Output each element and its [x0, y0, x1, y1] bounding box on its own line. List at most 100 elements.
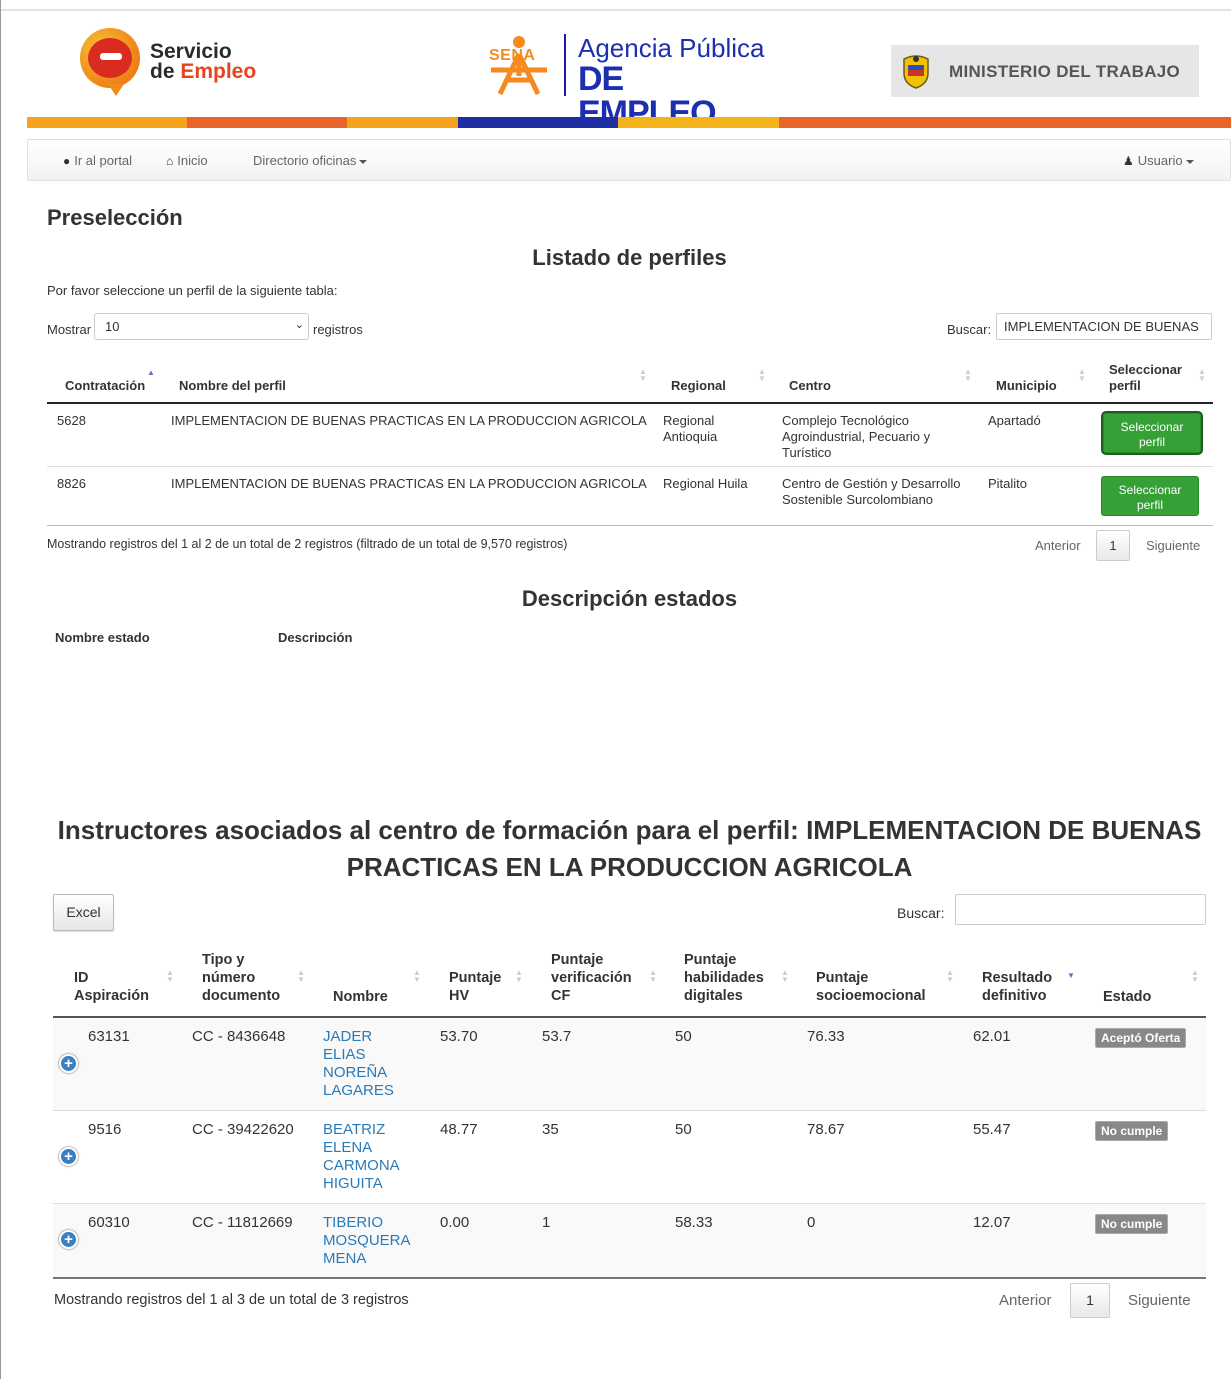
- sort-icon[interactable]: ▲ ▼: [964, 368, 972, 383]
- col-estado[interactable]: Estado: [1103, 988, 1151, 1006]
- sort-asc-icon[interactable]: ▲: [147, 369, 155, 377]
- cell-id: 9516: [88, 1121, 122, 1138]
- sort-icon[interactable]: ▲ ▼: [515, 969, 523, 984]
- table-bottom-border: [47, 525, 1213, 526]
- servicio-empleo-e-icon: [88, 38, 132, 78]
- sort-icon[interactable]: ▲ ▼: [781, 969, 789, 984]
- stripe-segment: [27, 117, 187, 128]
- nav-portal-label: Ir al portal: [74, 153, 133, 168]
- sort-icon[interactable]: ▲ ▼: [1078, 368, 1086, 383]
- cell-contratacion: 5628: [57, 413, 86, 428]
- nav-ir-al-portal[interactable]: ● Ir al portal: [63, 153, 132, 168]
- ministerio-logo[interactable]: MINISTERIO DEL TRABAJO: [891, 45, 1199, 97]
- page-length-select[interactable]: 10 ⌄: [94, 313, 309, 340]
- sort-icon[interactable]: ▲ ▼: [1191, 969, 1199, 984]
- instructores-search-input[interactable]: [955, 894, 1206, 925]
- buscar-instructores-label: Buscar:: [897, 905, 945, 921]
- left-frame: [0, 0, 1, 1379]
- stripe-segment: [458, 117, 618, 128]
- pagination-next[interactable]: Siguiente: [1128, 1292, 1191, 1309]
- instruction-text: Por favor seleccione un perfil de la sig…: [47, 283, 338, 298]
- cell-municipio: Pitalito: [988, 476, 1028, 491]
- perfiles-search-input[interactable]: [996, 313, 1212, 340]
- de-empleo-text: de Empleo: [150, 61, 256, 82]
- sort-icon[interactable]: ▲ ▼: [1198, 368, 1206, 383]
- sort-desc-icon[interactable]: ▼: [1067, 972, 1075, 980]
- colombia-shield-icon: [903, 55, 929, 89]
- col-puntaje-digitales[interactable]: Puntaje habilidades digitales: [684, 951, 779, 1005]
- seleccionar-perfil-button[interactable]: Seleccionar perfil: [1101, 476, 1199, 516]
- nav-inicio-label: Inicio: [177, 153, 208, 168]
- caret-down-icon: [359, 159, 368, 164]
- seleccionar-perfil-button[interactable]: Seleccionar perfil: [1103, 413, 1201, 453]
- servicio-empleo-tail: [108, 84, 124, 96]
- col-id-aspiracion[interactable]: ID Aspiración: [74, 969, 164, 1005]
- col-tipo-documento[interactable]: Tipo y número documento: [202, 951, 292, 1005]
- sort-icon[interactable]: ▲ ▼: [413, 969, 421, 984]
- expand-row-icon[interactable]: +: [59, 1230, 78, 1249]
- col-regional[interactable]: Regional: [671, 378, 726, 394]
- col-puntaje-hv[interactable]: Puntaje HV: [449, 969, 514, 1005]
- sort-icon[interactable]: ▲ ▼: [758, 368, 766, 383]
- excel-export-button[interactable]: Excel: [53, 894, 114, 931]
- cell-documento: CC - 39422620: [192, 1121, 294, 1138]
- instructor-name-link[interactable]: BEATRIZ ELENA CARMONA HIGUITA: [323, 1121, 418, 1193]
- descripcion-estados-title: Descripción estados: [521, 586, 738, 611]
- cell-nombre-perfil: IMPLEMENTACION DE BUENAS PRACTICAS EN LA…: [171, 413, 647, 428]
- pagination-previous[interactable]: Anterior: [999, 1292, 1052, 1309]
- caret-down-icon: [1185, 159, 1194, 164]
- cell-id: 60310: [88, 1214, 130, 1231]
- perfil-row: 5628 IMPLEMENTACION DE BUENAS PRACTICAS …: [47, 404, 1213, 467]
- col-seleccionar[interactable]: Seleccionar perfil: [1109, 362, 1187, 394]
- agencia-publica-logo[interactable]: SENA Agencia Pública DE EMPLEO: [486, 30, 766, 130]
- cell-documento: CC - 11812669: [192, 1214, 293, 1231]
- pagination-page-1[interactable]: 1: [1070, 1283, 1110, 1318]
- cell-hv: 53.70: [440, 1028, 478, 1045]
- expand-row-icon[interactable]: +: [59, 1147, 78, 1166]
- nav-directorio-oficinas[interactable]: Directorio oficinas: [253, 153, 368, 168]
- color-stripe: [27, 117, 1231, 128]
- col-resultado-definitivo[interactable]: Resultado definitivo: [982, 969, 1067, 1005]
- instructor-name-link[interactable]: JADER ELIAS NOREÑA LAGARES: [323, 1028, 418, 1100]
- col-municipio[interactable]: Municipio: [996, 378, 1057, 394]
- col-nombre[interactable]: Nombre: [333, 988, 388, 1006]
- cell-regional: Regional Antioquia: [663, 413, 718, 444]
- col-centro[interactable]: Centro: [789, 378, 831, 394]
- table-bottom-border: [53, 1277, 1206, 1279]
- buscar-label: Buscar:: [947, 322, 992, 337]
- registros-label: registros: [313, 322, 363, 337]
- perfiles-pagination: Anterior 1 Siguiente: [1035, 530, 1215, 562]
- instructor-row: + 60310 CC - 11812669 TIBERIO MOSQUERA M…: [53, 1204, 1206, 1277]
- sort-icon[interactable]: ▲ ▼: [649, 969, 657, 984]
- instructores-pagination: Anterior 1 Siguiente: [999, 1283, 1199, 1319]
- col-contratacion[interactable]: Contratación: [65, 378, 145, 394]
- servicio-empleo-logo[interactable]: Servicio de Empleo: [78, 26, 268, 106]
- perfil-row: 8826 IMPLEMENTACION DE BUENAS PRACTICAS …: [47, 467, 1213, 525]
- page-length-value: 10: [105, 319, 120, 334]
- nav-inicio[interactable]: ⌂ Inicio: [166, 153, 208, 168]
- agencia-publica-text: Agencia Pública: [578, 33, 765, 63]
- col-nombre-perfil[interactable]: Nombre del perfil: [179, 378, 286, 394]
- pagination-next[interactable]: Siguiente: [1146, 538, 1200, 553]
- stripe-segment: [187, 117, 347, 128]
- cell-municipio: Apartadó: [988, 413, 1041, 428]
- instructores-title: Instructores asociados al centro de form…: [57, 815, 1202, 882]
- col-puntaje-cf[interactable]: Puntaje verificación CF: [551, 951, 641, 1005]
- sort-icon[interactable]: ▲ ▼: [946, 969, 954, 984]
- user-icon: ♟: [1123, 154, 1134, 168]
- sort-icon[interactable]: ▲ ▼: [639, 368, 647, 383]
- instructor-row: + 9516 CC - 39422620 BEATRIZ ELENA CARMO…: [53, 1111, 1206, 1204]
- cell-hv: 0.00: [440, 1214, 470, 1231]
- nav-directorio-label: Directorio oficinas: [253, 153, 357, 168]
- nav-usuario[interactable]: ♟ Usuario: [1123, 153, 1194, 168]
- sort-icon[interactable]: ▲ ▼: [166, 969, 174, 984]
- col-puntaje-socioemocional[interactable]: Puntaje socioemocional: [816, 969, 936, 1005]
- instructor-name-link[interactable]: TIBERIO MOSQUERA MENA: [323, 1214, 423, 1268]
- sort-icon[interactable]: ▲ ▼: [297, 969, 305, 984]
- status-badge: No cumple: [1095, 1121, 1169, 1141]
- expand-row-icon[interactable]: +: [59, 1054, 78, 1073]
- pagination-page-1[interactable]: 1: [1096, 530, 1130, 561]
- cell-resultado: 12.07: [973, 1214, 1011, 1231]
- cell-centro: Centro de Gestión y Desarrollo Sostenibl…: [782, 476, 961, 507]
- pagination-previous[interactable]: Anterior: [1035, 538, 1081, 553]
